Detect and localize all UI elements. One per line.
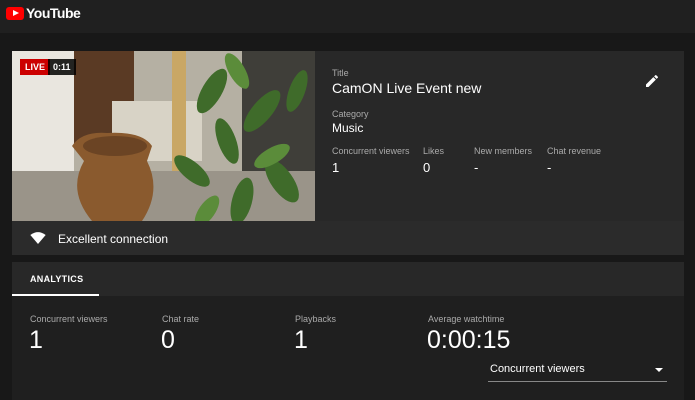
connection-status-bar: Excellent connection: [12, 221, 684, 255]
connection-status: Excellent connection: [58, 232, 169, 246]
metric-value-playbacks: 1: [294, 326, 308, 354]
stream-card: LIVE 0:11 Title CamON Live Event new Cat…: [12, 51, 684, 255]
live-badge: LIVE: [20, 59, 51, 75]
caret-down-icon: [655, 368, 663, 372]
youtube-logo[interactable]: YouTube: [6, 5, 81, 21]
stat-value-concurrent-viewers: 1: [332, 160, 340, 175]
preview-image: [12, 51, 315, 221]
top-bar: YouTube: [0, 0, 695, 33]
metric-value-average-watchtime: 0:00:15: [427, 326, 511, 354]
metric-label-playbacks: Playbacks: [295, 314, 337, 324]
stat-value-chat-revenue: -: [547, 160, 552, 175]
metric-dropdown[interactable]: Concurrent viewers: [488, 358, 667, 382]
metric-dropdown-value: Concurrent viewers: [490, 363, 585, 375]
stat-label-likes: Likes: [423, 146, 445, 156]
elapsed-time: 0:11: [48, 59, 76, 75]
tab-analytics[interactable]: ANALYTICS: [12, 262, 99, 296]
stream-preview[interactable]: LIVE 0:11: [12, 51, 315, 221]
metric-value-concurrent-viewers: 1: [29, 326, 43, 354]
stat-label-new-members: New members: [474, 146, 533, 156]
stat-label-chat-revenue: Chat revenue: [547, 146, 602, 156]
stat-label-concurrent-viewers: Concurrent viewers: [332, 146, 410, 156]
title-label: Title: [332, 68, 349, 78]
logo-text: YouTube: [26, 5, 81, 21]
stream-details: Title CamON Live Event new Category Musi…: [332, 51, 684, 221]
stream-category: Music: [332, 121, 364, 135]
pencil-icon[interactable]: [644, 73, 660, 89]
tab-analytics-label: ANALYTICS: [30, 274, 84, 284]
metric-label-chat-rate: Chat rate: [162, 314, 200, 324]
metric-label-concurrent-viewers: Concurrent viewers: [30, 314, 108, 324]
metric-label-average-watchtime: Average watchtime: [428, 314, 505, 324]
category-label: Category: [332, 109, 369, 119]
stat-value-likes: 0: [423, 160, 431, 175]
metric-value-chat-rate: 0: [161, 326, 175, 354]
wifi-signal-icon: [30, 232, 46, 244]
stat-value-new-members: -: [474, 160, 479, 175]
youtube-logo-icon: [6, 6, 24, 20]
analytics-panel: Concurrent viewers 1 Chat rate 0 Playbac…: [12, 296, 684, 400]
tab-bar: ANALYTICS: [12, 262, 684, 296]
stream-title: CamON Live Event new: [332, 80, 482, 96]
